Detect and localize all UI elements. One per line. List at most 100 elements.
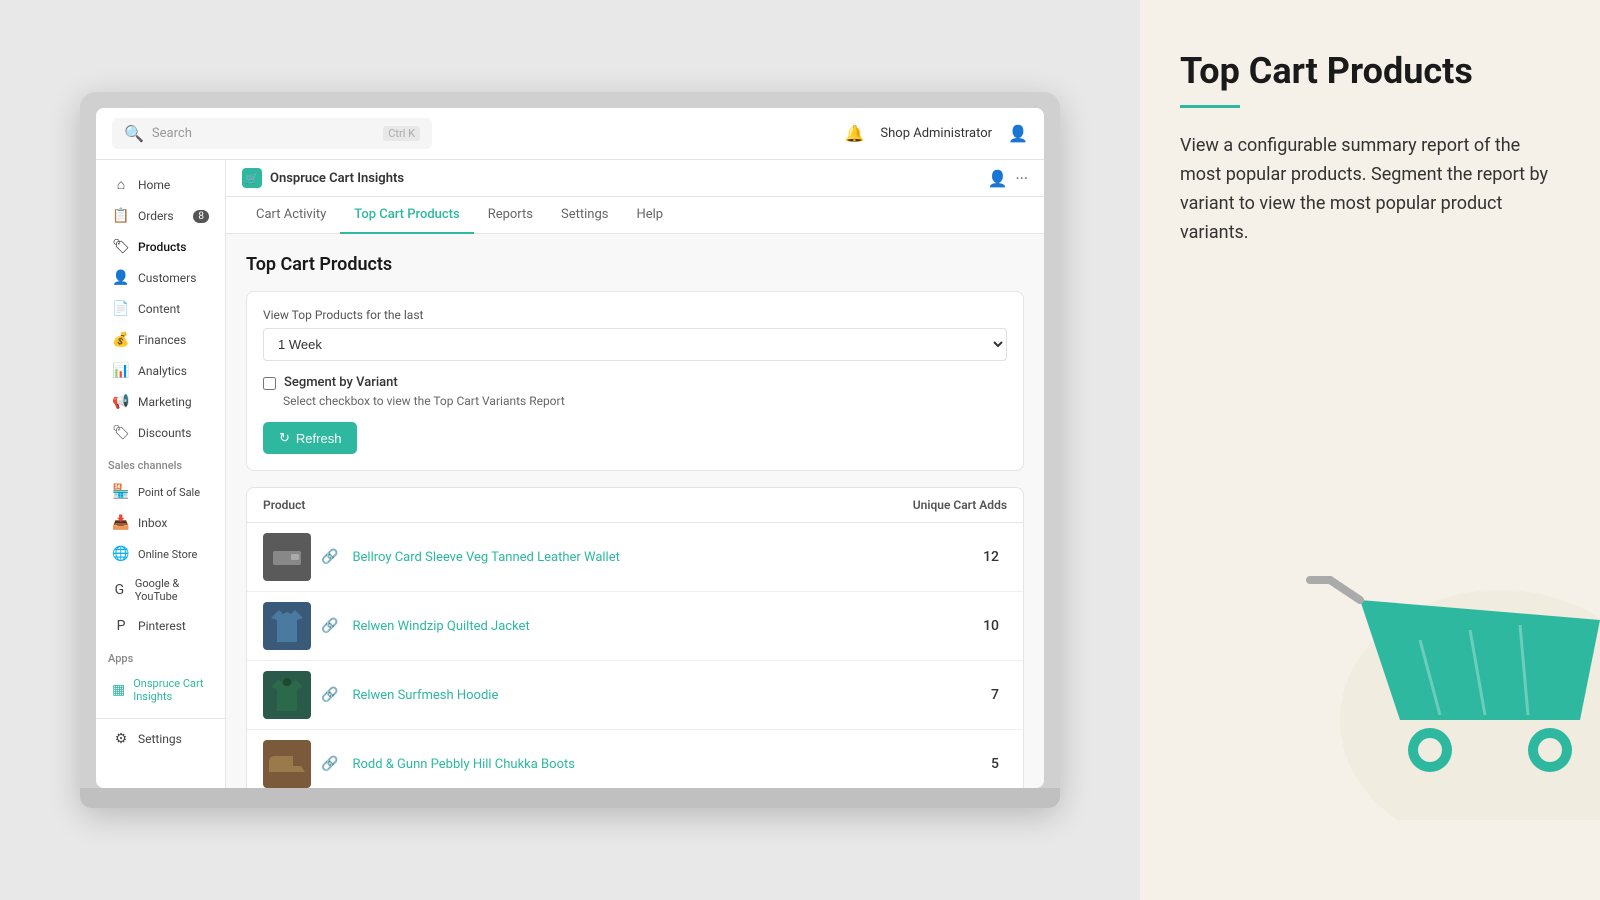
sidebar-item-onspruce[interactable]: ▦ Onspruce Cart Insights — [100, 670, 221, 710]
home-icon: ⌂ — [112, 176, 130, 193]
tab-reports[interactable]: Reports — [474, 197, 547, 234]
right-panel-underline — [1180, 105, 1240, 108]
sidebar-item-pos[interactable]: 🏪 Point of Sale — [100, 477, 221, 507]
plugin-header: 🛒 Onspruce Cart Insights 👤 ··· — [226, 160, 1044, 197]
sidebar-item-customers[interactable]: 👤 Customers — [100, 263, 221, 293]
sidebar-label-discounts: Discounts — [138, 426, 191, 440]
sidebar-label-pos: Point of Sale — [138, 486, 200, 499]
tab-settings[interactable]: Settings — [547, 197, 622, 234]
user-icon[interactable]: 👤 — [988, 169, 1008, 188]
sidebar-item-settings[interactable]: ⚙ Settings — [100, 724, 221, 754]
pos-icon: 🏪 — [112, 484, 130, 500]
sales-channels-title: Sales channels — [96, 449, 225, 476]
product-name-3[interactable]: Relwen Surfmesh Hoodie — [352, 688, 498, 703]
settings-icon: ⚙ — [112, 731, 130, 747]
right-panel: Top Cart Products View a configurable su… — [1140, 0, 1600, 900]
link-icon-2: 🔗 — [321, 618, 338, 634]
product-thumb-1 — [263, 533, 311, 581]
segment-label: Segment by Variant — [284, 375, 398, 390]
sidebar-item-orders[interactable]: 📋 Orders 8 — [100, 201, 221, 231]
page-title: Top Cart Products — [246, 254, 1024, 275]
admin-name: Shop Administrator — [880, 126, 992, 141]
discounts-icon: 🏷 — [112, 425, 130, 441]
refresh-icon: ↻ — [279, 430, 290, 446]
more-icon[interactable]: ··· — [1015, 169, 1028, 188]
col-count: Unique Cart Adds — [913, 498, 1007, 512]
sidebar-item-discounts[interactable]: 🏷 Discounts — [100, 418, 221, 448]
bell-icon[interactable]: 🔔 — [844, 124, 864, 143]
pinterest-icon: P — [112, 618, 130, 634]
marketing-icon: 📢 — [112, 394, 130, 410]
product-name-4[interactable]: Rodd & Gunn Pebbly Hill Chukka Boots — [352, 757, 575, 772]
online-store-icon: 🌐 — [112, 546, 130, 562]
right-panel-description: View a configurable summary report of th… — [1180, 132, 1560, 247]
finances-icon: 💰 — [112, 332, 130, 348]
sidebar-item-pinterest[interactable]: P Pinterest — [100, 611, 221, 641]
sidebar-label-settings: Settings — [138, 732, 182, 746]
plugin-title-bar: 🛒 Onspruce Cart Insights — [242, 168, 404, 188]
sidebar-item-finances[interactable]: 💰 Finances — [100, 325, 221, 355]
sidebar-item-products[interactable]: 🏷 Products — [100, 232, 221, 262]
orders-icon: 📋 — [112, 208, 130, 224]
table-row: 🔗 Relwen Surfmesh Hoodie 7 — [247, 661, 1023, 730]
sidebar-label-marketing: Marketing — [138, 395, 192, 409]
tab-help[interactable]: Help — [622, 197, 677, 234]
right-panel-title: Top Cart Products — [1180, 50, 1560, 93]
refresh-label: Refresh — [296, 431, 342, 446]
main-content: 🛒 Onspruce Cart Insights 👤 ··· Cart Acti… — [226, 160, 1044, 788]
plugin-actions: 👤 ··· — [988, 169, 1028, 188]
filter-select[interactable]: 1 Day 1 Week 1 Month 3 Months 6 Months 1… — [263, 328, 1007, 361]
tab-cart-activity[interactable]: Cart Activity — [242, 197, 340, 234]
tab-top-cart-products[interactable]: Top Cart Products — [340, 197, 473, 234]
products-table: Product Unique Cart Adds 🔗 Bellroy Card … — [246, 487, 1024, 788]
table-row: 🔗 Bellroy Card Sleeve Veg Tanned Leather… — [247, 523, 1023, 592]
sidebar-item-inbox[interactable]: 📥 Inbox — [100, 508, 221, 538]
sidebar-item-marketing[interactable]: 📢 Marketing — [100, 387, 221, 417]
sidebar-item-analytics[interactable]: 📊 Analytics — [100, 356, 221, 386]
product-name-2[interactable]: Relwen Windzip Quilted Jacket — [352, 619, 529, 634]
inbox-icon: 📥 — [112, 515, 130, 531]
content-icon: 📄 — [112, 301, 130, 317]
product-count-1: 12 — [983, 549, 1007, 565]
product-thumb-4 — [263, 740, 311, 788]
sidebar-label-inbox: Inbox — [138, 516, 167, 530]
page-body: Top Cart Products View Top Products for … — [226, 234, 1044, 788]
sidebar-label-google: Google & YouTube — [135, 577, 209, 603]
product-name-1[interactable]: Bellroy Card Sleeve Veg Tanned Leather W… — [352, 550, 619, 565]
sidebar-item-google[interactable]: G Google & YouTube — [100, 570, 221, 610]
segment-checkbox-row: Segment by Variant — [263, 375, 1007, 390]
analytics-icon: 📊 — [112, 363, 130, 379]
table-header: Product Unique Cart Adds — [247, 488, 1023, 523]
sidebar-label-home: Home — [138, 178, 170, 192]
sidebar-label-products: Products — [138, 240, 186, 254]
products-icon: 🏷 — [112, 239, 130, 255]
sidebar-label-content: Content — [138, 302, 180, 316]
tabs-bar: Cart Activity Top Cart Products Reports … — [226, 197, 1044, 234]
sidebar-label-pinterest: Pinterest — [138, 619, 186, 633]
sidebar: ⌂ Home 📋 Orders 8 🏷 Products 👤 Cust — [96, 160, 226, 788]
sidebar-label-customers: Customers — [138, 271, 196, 285]
sidebar-item-online-store[interactable]: 🌐 Online Store — [100, 539, 221, 569]
apps-title: Apps — [96, 642, 225, 669]
product-count-4: 5 — [991, 756, 1007, 772]
orders-badge: 8 — [193, 210, 209, 223]
person-icon[interactable]: 👤 — [1008, 124, 1028, 143]
table-row: 🔗 Relwen Windzip Quilted Jacket 10 — [247, 592, 1023, 661]
product-count-2: 10 — [983, 618, 1007, 634]
product-thumb-2 — [263, 602, 311, 650]
link-icon-3: 🔗 — [321, 687, 338, 703]
link-icon-1: 🔗 — [321, 549, 338, 565]
search-box[interactable]: 🔍 Search Ctrl K — [112, 118, 432, 149]
sidebar-label-online-store: Online Store — [138, 548, 197, 561]
sidebar-label-orders: Orders — [138, 209, 174, 223]
plugin-icon: 🛒 — [242, 168, 262, 188]
segment-checkbox[interactable] — [263, 377, 276, 390]
sidebar-item-home[interactable]: ⌂ Home — [100, 169, 221, 200]
google-icon: G — [112, 582, 127, 598]
cart-illustration — [1300, 540, 1600, 820]
sidebar-label-analytics: Analytics — [138, 364, 187, 378]
refresh-button[interactable]: ↻ Refresh — [263, 422, 357, 454]
search-icon: 🔍 — [124, 124, 144, 143]
search-label: Search — [152, 126, 375, 141]
sidebar-item-content[interactable]: 📄 Content — [100, 294, 221, 324]
